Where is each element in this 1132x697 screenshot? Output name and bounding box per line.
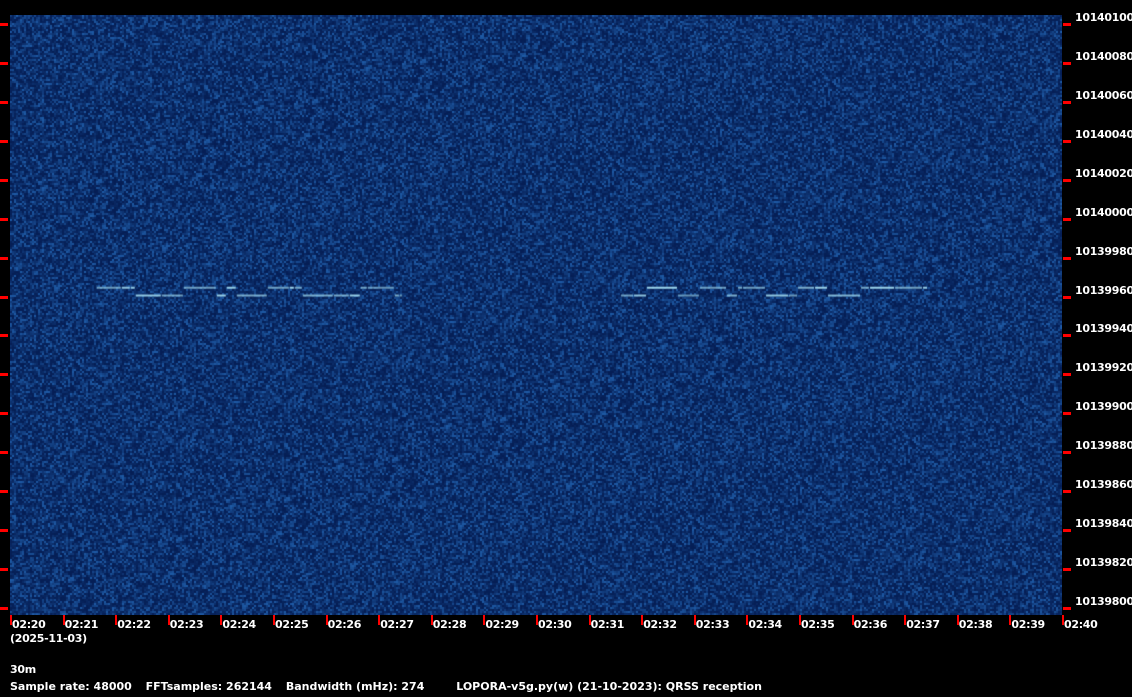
x-tick-label: 02:20 xyxy=(12,618,46,631)
y-tick-label: 10139900 xyxy=(1075,400,1132,414)
y-tick-left xyxy=(0,607,8,611)
y-tick-right xyxy=(1063,139,1071,143)
y-tick-left xyxy=(0,217,8,221)
x-tick-label: 02:27 xyxy=(380,618,414,631)
y-tick-left xyxy=(0,529,8,533)
y-tick-label: 10139960 xyxy=(1075,283,1132,297)
x-tick-label: 02:29 xyxy=(485,618,519,631)
x-tick-label: 02:26 xyxy=(327,618,362,631)
y-tick-right xyxy=(1063,490,1071,494)
y-tick-right xyxy=(1063,100,1071,104)
y-tick-right xyxy=(1063,61,1071,65)
y-tick-left xyxy=(0,295,8,299)
x-tick-label: 02:24 xyxy=(222,618,256,631)
x-tick-label: 02:31 xyxy=(590,618,625,631)
y-tick-label: 10139800 xyxy=(1075,595,1132,609)
x-tick-label: 02:33 xyxy=(695,618,730,631)
y-tick-label: 10140060 xyxy=(1075,88,1132,102)
y-tick-right xyxy=(1063,373,1071,377)
y-tick-left xyxy=(0,412,8,416)
x-tick-label: 02:25 xyxy=(275,618,309,631)
y-tick-left xyxy=(0,139,8,143)
y-tick-label: 10140080 xyxy=(1075,49,1132,63)
y-tick-label: 10139940 xyxy=(1075,322,1132,336)
x-tick-label: 02:30 xyxy=(538,618,572,631)
x-tick-label: 02:37 xyxy=(906,618,940,631)
band-label: 30m xyxy=(10,663,36,676)
y-tick-left xyxy=(0,490,8,494)
y-tick-right xyxy=(1063,22,1071,26)
y-tick-right xyxy=(1063,412,1071,416)
y-tick-right xyxy=(1063,529,1071,533)
y-tick-left xyxy=(0,451,8,455)
y-tick-label: 10140100 xyxy=(1075,10,1132,24)
status-info: Sample rate: 48000 FFTsamples: 262144 Ba… xyxy=(10,680,772,693)
x-tick-label: 02:39 xyxy=(1011,618,1045,631)
bandwidth: Bandwidth (mHz): 274 xyxy=(285,680,425,693)
y-tick-left xyxy=(0,22,8,26)
y-tick-right xyxy=(1063,451,1071,455)
y-tick-left xyxy=(0,334,8,338)
y-tick-label: 10140020 xyxy=(1075,166,1132,180)
x-tick-label: 02:21 xyxy=(64,618,99,631)
x-tick-label: 02:35 xyxy=(801,618,835,631)
y-tick-label: 10140000 xyxy=(1075,205,1132,219)
y-tick-left xyxy=(0,568,8,572)
x-tick-label: 02:32 xyxy=(643,618,677,631)
y-tick-right xyxy=(1063,295,1071,299)
y-tick-label: 10139860 xyxy=(1075,478,1132,492)
fft-samples: FFTsamples: 262144 xyxy=(145,680,272,693)
y-tick-left xyxy=(0,61,8,65)
y-tick-right xyxy=(1063,607,1071,611)
y-tick-right xyxy=(1063,217,1071,221)
x-tick-label: 02:38 xyxy=(958,618,993,631)
waterfall-spectrogram xyxy=(10,15,1062,615)
y-tick-label: 10139980 xyxy=(1075,244,1132,258)
y-tick-left xyxy=(0,373,8,377)
y-tick-right xyxy=(1063,568,1071,572)
x-tick-label: 02:40 xyxy=(1064,618,1098,631)
date-label: (2025-11-03) xyxy=(10,632,87,645)
y-tick-right xyxy=(1063,256,1071,260)
y-tick-label: 10139880 xyxy=(1075,439,1132,453)
y-tick-label: 10139840 xyxy=(1075,517,1132,531)
sample-rate: Sample rate: 48000 xyxy=(10,680,132,693)
y-tick-label: 10139920 xyxy=(1075,361,1132,375)
y-tick-label: 10139820 xyxy=(1075,556,1132,570)
y-tick-label: 10140040 xyxy=(1075,127,1132,141)
x-tick-label: 02:22 xyxy=(117,618,151,631)
y-tick-right xyxy=(1063,334,1071,338)
y-tick-left xyxy=(0,256,8,260)
x-tick-label: 02:34 xyxy=(748,618,782,631)
y-tick-left xyxy=(0,100,8,104)
y-tick-left xyxy=(0,178,8,182)
y-tick-right xyxy=(1063,178,1071,182)
program-info: LOPORA-v5g.py(w) (21-10-2023): QRSS rece… xyxy=(456,680,762,693)
x-tick-label: 02:36 xyxy=(853,618,888,631)
x-tick-label: 02:28 xyxy=(432,618,467,631)
x-tick-label: 02:23 xyxy=(169,618,204,631)
